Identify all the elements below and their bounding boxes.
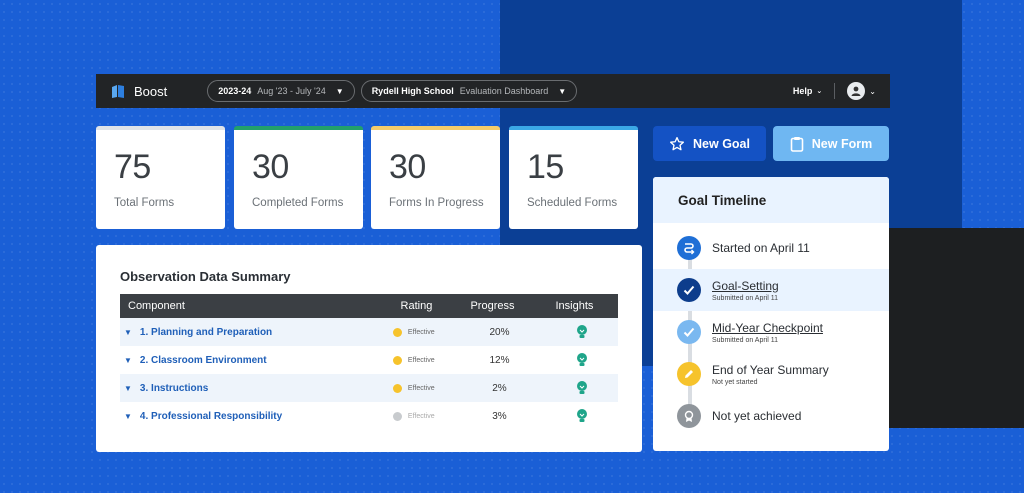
top-navigation-bar: Boost 2023-24 Aug '23 - July '24 ▼ Rydel… [96, 74, 890, 108]
timeline-item-achieved: Not yet achieved [653, 395, 889, 437]
table-row[interactable]: ▼ 2. Classroom Environment Effective 12% [120, 346, 618, 374]
chevron-down-icon: ▼ [335, 86, 344, 96]
rating-label: Effective [407, 384, 435, 392]
progress-value: 3% [492, 410, 507, 422]
progress-value: 2% [492, 382, 507, 394]
chevron-down-icon[interactable]: ▼ [124, 328, 132, 337]
table-row[interactable]: ▼ 4. Professional Responsibility Effecti… [120, 402, 618, 430]
timeline-item-end-of-year[interactable]: End of Year Summary Not yet started [653, 353, 889, 395]
year-range: Aug '23 - July '24 [257, 86, 326, 96]
stat-card-forms-in-progress[interactable]: 30 Forms In Progress [371, 126, 500, 229]
new-goal-label: New Goal [693, 136, 750, 151]
chevron-down-icon: ⌄ [869, 86, 876, 96]
table-row[interactable]: ▼ 1. Planning and Preparation Effective … [120, 318, 618, 346]
stat-card-completed-forms[interactable]: 30 Completed Forms [234, 126, 363, 229]
check-icon [677, 320, 701, 344]
chevron-down-icon[interactable]: ▼ [124, 384, 132, 393]
stat-label: Total Forms [114, 197, 175, 209]
goal-timeline-panel: Goal Timeline Started on April 11 Goal-S… [653, 177, 889, 451]
rating-label: Effective [407, 356, 435, 364]
help-label: Help [792, 86, 813, 96]
component-name[interactable]: 4. Professional Responsibility [140, 411, 282, 422]
table-row[interactable]: ▼ 3. Instructions Effective 2% [120, 374, 618, 402]
rating-dot [392, 411, 402, 421]
timeline-item-title: Not yet achieved [712, 409, 802, 423]
book-logo-icon [112, 85, 124, 98]
lightbulb-icon[interactable] [575, 380, 589, 396]
stat-value: 30 [252, 148, 289, 186]
component-name[interactable]: 2. Classroom Environment [140, 355, 267, 366]
timeline-item-title: End of Year Summary [712, 362, 829, 377]
timeline-item-link[interactable]: Goal-Setting [712, 279, 779, 293]
timeline-item-started: Started on April 11 [653, 227, 889, 269]
divider [834, 83, 836, 99]
school-year-selector[interactable]: 2023-24 Aug '23 - July '24 ▼ [207, 80, 355, 102]
observation-summary-panel: Observation Data Summary Component Ratin… [96, 245, 642, 452]
rating-label: Effective [407, 328, 435, 336]
column-header-insights: Insights [555, 300, 594, 312]
clipboard-icon [790, 136, 804, 152]
timeline-item-goal-setting[interactable]: Goal-Setting Submitted on April 11 [653, 269, 889, 311]
rating-dot [392, 327, 402, 337]
timeline-item-status: Submitted on April 11 [712, 336, 779, 344]
chevron-down-icon: ⌄ [816, 88, 823, 95]
stat-label: Forms In Progress [389, 197, 484, 209]
timeline-item-mid-year[interactable]: Mid-Year Checkpoint Submitted on April 1… [653, 311, 889, 353]
rating-dot [392, 383, 402, 393]
stat-value: 30 [389, 148, 426, 186]
progress-value: 12% [489, 354, 510, 366]
timeline-item-status: Not yet started [712, 378, 758, 386]
lightbulb-icon[interactable] [575, 324, 589, 340]
component-name[interactable]: 1. Planning and Preparation [140, 327, 272, 338]
stat-label: Completed Forms [252, 197, 344, 209]
panel-title: Observation Data Summary [120, 269, 291, 284]
pencil-icon [677, 362, 701, 386]
new-form-button[interactable]: New Form [773, 126, 889, 161]
new-form-label: New Form [811, 136, 873, 151]
timeline-item-title: Started on April 11 [712, 241, 810, 255]
panel-title: Goal Timeline [653, 177, 889, 223]
rating-label: Effective [407, 412, 435, 420]
stat-value: 15 [527, 148, 564, 186]
check-icon [677, 278, 701, 302]
stat-card-total-forms[interactable]: 75 Total Forms [96, 126, 225, 229]
stat-label: Scheduled Forms [527, 197, 618, 209]
column-header-rating: Rating [400, 300, 433, 312]
route-icon [677, 236, 701, 260]
user-menu[interactable]: ⌄ [847, 82, 876, 100]
school-dashboard-selector[interactable]: Rydell High School Evaluation Dashboard … [360, 80, 578, 102]
user-icon [851, 86, 861, 96]
rating-dot [392, 355, 402, 365]
help-menu[interactable]: Help ⌄ [793, 86, 822, 96]
dashboard-name: Evaluation Dashboard [459, 86, 549, 96]
year-label: 2023-24 [218, 86, 252, 96]
stat-card-scheduled-forms[interactable]: 15 Scheduled Forms [509, 126, 638, 229]
avatar [847, 82, 866, 100]
chevron-down-icon[interactable]: ▼ [124, 412, 132, 421]
lightbulb-icon[interactable] [575, 352, 589, 368]
app-name: Boost [134, 83, 168, 99]
component-name[interactable]: 3. Instructions [140, 383, 208, 394]
chevron-down-icon: ▼ [558, 86, 567, 96]
award-icon [677, 404, 701, 428]
timeline-item-status: Submitted on April 11 [712, 294, 779, 302]
new-goal-button[interactable]: New Goal [653, 126, 766, 161]
timeline-item-link[interactable]: Mid-Year Checkpoint [712, 321, 823, 335]
school-name: Rydell High School [371, 86, 454, 96]
chevron-down-icon[interactable]: ▼ [124, 356, 132, 365]
column-header-component: Component [128, 300, 185, 312]
app-logo[interactable]: Boost [110, 83, 167, 99]
column-header-progress: Progress [470, 300, 515, 312]
star-icon [670, 136, 685, 150]
progress-value: 20% [489, 326, 510, 338]
table-header: Component Rating Progress Insights [120, 294, 618, 318]
lightbulb-icon[interactable] [575, 408, 589, 424]
stat-value: 75 [114, 148, 151, 186]
